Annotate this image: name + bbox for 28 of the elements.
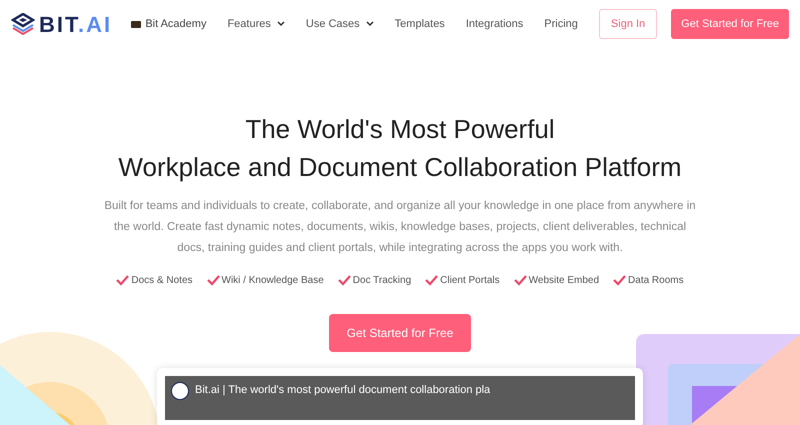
feature-label: Wiki / Knowledge Base — [222, 274, 324, 288]
nav-dropdown[interactable]: Use Cases — [306, 16, 374, 32]
nav-link[interactable]: Bit Academy — [131, 16, 206, 32]
checkmark-icon — [116, 275, 130, 286]
chevron-down-icon — [276, 21, 285, 27]
channel-avatar — [171, 382, 189, 400]
hero-title: The World's Most Powerful Workplace and Document Collaboration Platform — [118, 113, 682, 184]
chevron-down-icon — [366, 21, 374, 27]
checkmark-icon — [338, 275, 351, 286]
checkmark-icon — [613, 275, 626, 286]
checkmark-icon — [206, 275, 220, 286]
video-title: Bit.ai | The world's most powerful document collaboration pla — [195, 383, 490, 398]
logo-icon — [11, 13, 35, 35]
checkmark-icon — [514, 275, 527, 286]
video-thumbnail[interactable]: Bit.ai | The world's most powerful document collaboration pla — [165, 376, 635, 420]
left-triangle-drawing — [0, 365, 70, 425]
nav-link[interactable]: Integrations — [466, 16, 524, 32]
feature-label: Data Rooms — [628, 274, 684, 288]
feature-label: Doc Tracking — [352, 274, 412, 288]
feature-label: Website Embed — [528, 274, 600, 288]
hero-description: Built for teams and individuals to create, collaborate, and organize all your knowledge in one place from anywhere in the world. Create fast dynamic notes, documents, wikis, knowledge bases, projects, client deliverables, technical docs, training guides and client portals, while integrating across the apps you work with. — [103, 199, 697, 256]
feature-label: Docs & Notes — [131, 274, 193, 288]
feature-label: Client Portals — [440, 274, 500, 288]
nav-dropdown[interactable]: Features — [227, 16, 285, 32]
nav-link[interactable]: Templates — [394, 16, 445, 32]
checkmark-icon — [425, 275, 438, 286]
nav-link[interactable]: Pricing — [544, 16, 578, 32]
logo-text[interactable]: BIT.AI — [39, 8, 112, 40]
